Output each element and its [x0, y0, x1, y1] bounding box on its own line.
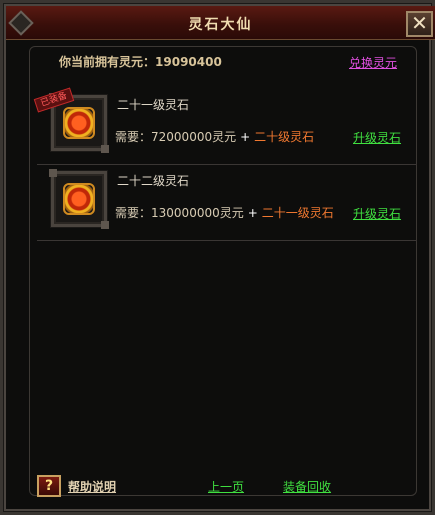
close-icon: ✕ — [411, 11, 428, 35]
item-name: 二十二级灵石 — [117, 174, 190, 188]
help-button[interactable]: ? — [37, 475, 61, 497]
help-link[interactable]: 帮助说明 — [68, 478, 116, 495]
exchange-link[interactable]: 兑换灵元 — [349, 54, 397, 71]
list-item: 已装备 二十一级灵石 需要：72000000灵元 + 二十级灵石 升级灵石 — [33, 87, 417, 165]
upgrade-button[interactable]: 升级灵石 — [353, 129, 401, 146]
balance-row: 你当前拥有灵元：19090400 — [59, 53, 222, 70]
close-button[interactable]: ✕ — [406, 11, 433, 37]
spirit-stone-window: 灵石大仙 ✕ 你当前拥有灵元：19090400 兑换灵元 已装备 二十一级灵石 … — [0, 0, 435, 515]
plus-sign: + — [240, 130, 251, 144]
prev-page-link[interactable]: 上一页 — [208, 478, 244, 495]
equipment-recycle-link[interactable]: 装备回收 — [283, 478, 331, 495]
window-title: 灵石大仙 — [188, 17, 253, 33]
need-label: 需要： — [115, 130, 152, 144]
item-name: 二十一级灵石 — [117, 98, 190, 112]
need-amount: 72000000灵元 — [151, 130, 237, 144]
question-icon: ? — [44, 478, 54, 494]
requirement-text: 需要：72000000灵元 + 二十级灵石 — [115, 128, 314, 145]
balance-value: 19090400 — [155, 55, 222, 69]
need-label: 需要： — [115, 206, 152, 220]
upgrade-button[interactable]: 升级灵石 — [353, 205, 401, 222]
spirit-stone-icon — [63, 107, 95, 139]
need-item: 二十一级灵石 — [261, 206, 334, 220]
spirit-stone-icon — [63, 183, 95, 215]
list-item: 二十二级灵石 需要：130000000灵元 + 二十一级灵石 升级灵石 — [37, 165, 417, 241]
plus-sign: + — [247, 206, 258, 220]
title-bar[interactable]: 灵石大仙 ✕ — [6, 6, 435, 40]
need-item: 二十级灵石 — [254, 130, 315, 144]
requirement-text: 需要：130000000灵元 + 二十一级灵石 — [115, 204, 334, 221]
balance-label: 你当前拥有灵元： — [59, 55, 156, 69]
need-amount: 130000000灵元 — [151, 206, 244, 220]
item-slot[interactable] — [49, 169, 109, 229]
